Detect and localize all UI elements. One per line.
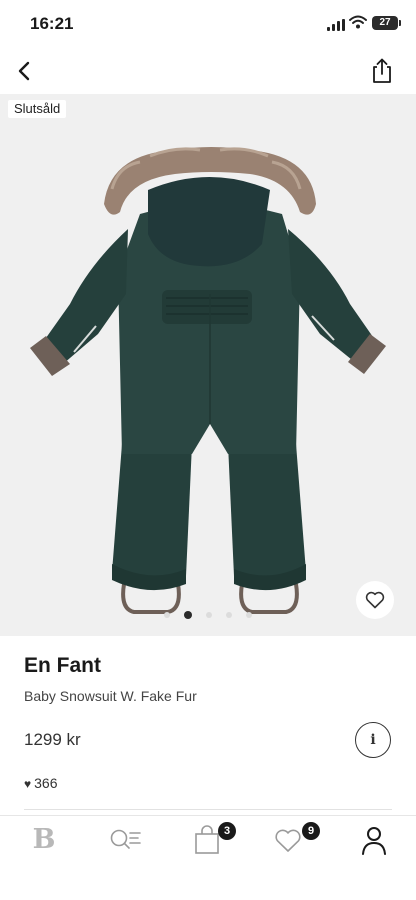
- likes-count: ♥ 366: [24, 775, 57, 791]
- cellular-signal-icon: [327, 19, 345, 31]
- bottom-tab-bar: B 3 9: [0, 815, 416, 866]
- battery-indicator: 27: [372, 16, 398, 30]
- product-image-gallery[interactable]: Slutsåld: [0, 94, 416, 636]
- product-brand[interactable]: En Fant: [24, 654, 101, 678]
- bag-count-badge: 3: [218, 822, 236, 840]
- product-image: [30, 147, 386, 614]
- battery-nub: [399, 20, 401, 26]
- profile-icon: [362, 827, 386, 855]
- tab-profile[interactable]: [354, 822, 394, 858]
- sold-out-badge: Slutsåld: [8, 100, 67, 118]
- top-nav: [0, 48, 416, 94]
- tab-search[interactable]: [104, 822, 144, 858]
- tab-bag[interactable]: 3: [188, 822, 236, 858]
- pagination-dot-active[interactable]: [184, 610, 192, 619]
- pagination-dot[interactable]: [226, 611, 232, 618]
- search-icon: [110, 829, 141, 849]
- divider: [24, 809, 392, 810]
- image-pagination[interactable]: [0, 606, 416, 619]
- info-icon: i: [370, 732, 376, 748]
- status-time: 16:21: [30, 14, 74, 33]
- status-bar: 16:21 27: [0, 0, 416, 48]
- heart-small-icon: ♥: [24, 777, 32, 791]
- tab-favorites[interactable]: 9: [270, 822, 320, 858]
- wifi-icon: [349, 15, 367, 29]
- back-chevron-icon[interactable]: [12, 58, 38, 84]
- product-name: Baby Snowsuit W. Fake Fur: [24, 688, 197, 704]
- favorites-count-badge: 9: [302, 822, 320, 840]
- share-icon[interactable]: [368, 56, 396, 86]
- product-price: 1299 kr: [24, 730, 81, 749]
- heart-outline-icon: [365, 591, 385, 609]
- likes-value: 366: [34, 775, 58, 791]
- pagination-dot[interactable]: [206, 611, 212, 618]
- pagination-dot[interactable]: [164, 611, 170, 618]
- tab-home-logo[interactable]: B: [24, 822, 64, 858]
- favorite-button[interactable]: [356, 581, 394, 619]
- info-button[interactable]: i: [355, 722, 391, 758]
- pagination-dot[interactable]: [246, 611, 252, 618]
